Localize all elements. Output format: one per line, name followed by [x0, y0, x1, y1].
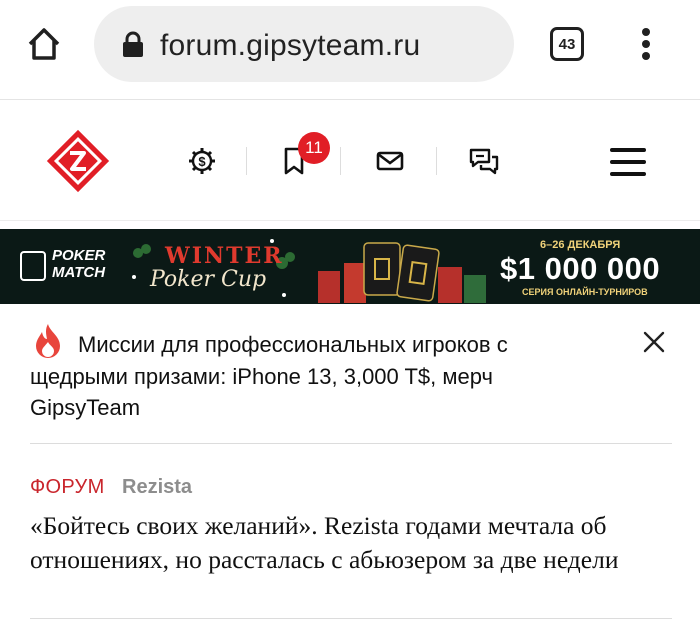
article-author-link[interactable]: Rezista	[122, 476, 192, 499]
banner-brand: POKER MATCH	[52, 247, 105, 281]
messages-button[interactable]	[374, 145, 406, 177]
url-text: forum.gipsyteam.ru	[160, 29, 421, 62]
poker-match-logo-icon	[20, 251, 46, 281]
divider	[30, 618, 672, 619]
chat-bubbles-icon	[469, 148, 499, 175]
hamburger-bar-icon	[610, 160, 646, 164]
bookmarks-count-badge: 11	[298, 132, 330, 164]
gear-dollar-icon: $	[189, 148, 215, 174]
banner-brand-line1: POKER	[52, 247, 106, 264]
cards-and-chips-icon	[318, 242, 486, 303]
banner-brand-line2: MATCH	[52, 264, 106, 281]
svg-text:$: $	[198, 154, 206, 169]
site-menu-button[interactable]	[610, 148, 646, 176]
gipsyteam-logo-icon[interactable]	[44, 127, 112, 195]
envelope-icon	[376, 151, 404, 171]
banner-event-title: WINTER	[165, 243, 284, 269]
mission-notice[interactable]: Миссии для профессиональных игроков с ще…	[30, 316, 672, 444]
chat-button[interactable]	[468, 145, 500, 177]
article-category-link[interactable]: ФОРУМ	[30, 476, 105, 499]
article-headline-link[interactable]: «Бойтесь своих желаний». Rezista годами …	[30, 509, 675, 576]
site-header: $ 11	[0, 101, 700, 221]
tab-switcher-button[interactable]: 43	[550, 27, 584, 61]
lock-icon	[123, 31, 143, 57]
address-bar[interactable]: forum.gipsyteam.ru	[94, 6, 514, 82]
header-divider	[246, 147, 247, 175]
home-button[interactable]	[22, 22, 66, 66]
banner-prize: $1 000 000	[500, 251, 661, 286]
browser-toolbar: forum.gipsyteam.ru 43	[0, 0, 700, 100]
poker-money-button[interactable]: $	[186, 145, 218, 177]
banner-subtitle: СЕРИЯ ОНЛАЙН-ТУРНИРОВ	[522, 287, 648, 297]
dot-icon	[642, 40, 650, 48]
dot-icon	[642, 52, 650, 60]
hamburger-bar-icon	[610, 172, 646, 176]
banner-event-subtitle: Poker Cup	[150, 267, 267, 292]
hamburger-bar-icon	[610, 148, 646, 152]
header-divider	[436, 147, 437, 175]
close-icon[interactable]	[642, 330, 666, 354]
browser-menu-button[interactable]	[634, 24, 658, 64]
dot-icon	[642, 28, 650, 36]
header-divider	[340, 147, 341, 175]
home-icon	[28, 28, 60, 60]
notice-text: Миссии для профессиональных игроков с ще…	[30, 332, 508, 420]
banner-dates: 6–26 ДЕКАБРЯ	[540, 239, 621, 251]
promo-banner[interactable]: POKER MATCH WINTER Poker Cup 6–26 ДЕКАБР…	[0, 229, 700, 304]
